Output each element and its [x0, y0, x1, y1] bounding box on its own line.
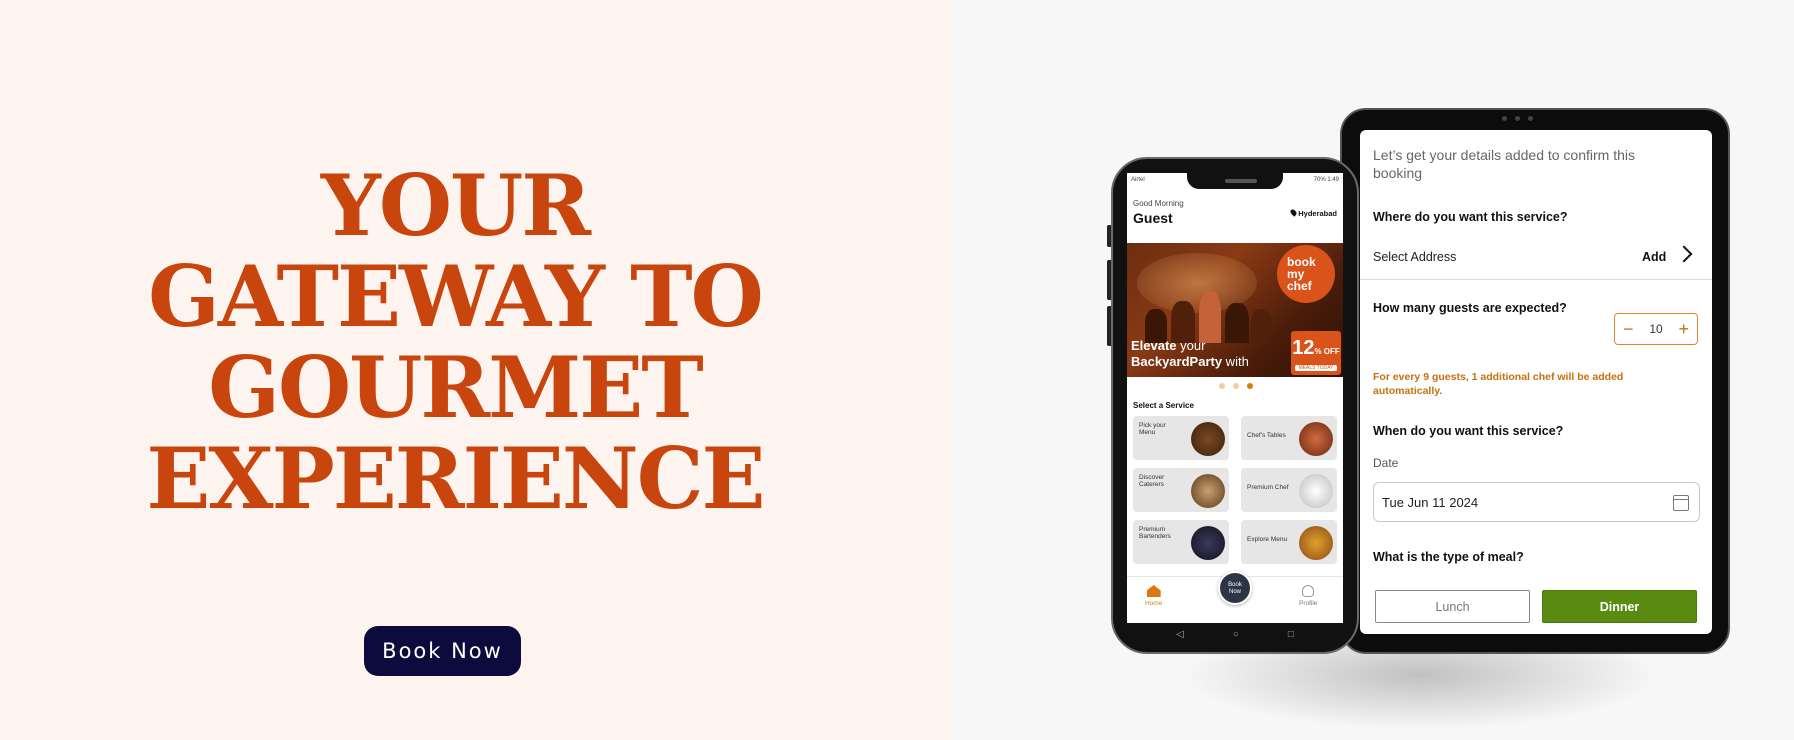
- home-circle-icon[interactable]: ○: [1233, 629, 1239, 640]
- chevron-right-icon[interactable]: [1675, 245, 1693, 263]
- location-label: Hyderabad: [1298, 209, 1337, 218]
- app-home-screen: Airtel 70% 1:49 Good Morning Guest Hyder…: [1127, 173, 1343, 623]
- lunch-option-button[interactable]: Lunch: [1375, 590, 1530, 623]
- hero-title-line: GOURMET: [208, 338, 704, 437]
- date-field[interactable]: Tue Jun 11 2024: [1373, 482, 1700, 522]
- nav-profile[interactable]: Profile: [1299, 585, 1317, 607]
- hero-title-line: EXPERIENCE: [146, 429, 765, 528]
- banner-people-image: [1145, 283, 1271, 343]
- camera-icon: [1515, 116, 1520, 121]
- service-tile-premium-chef[interactable]: Premium Chef: [1241, 468, 1337, 512]
- caterers-icon: [1191, 474, 1225, 508]
- phone-device: Airtel 70% 1:49 Good Morning Guest Hyder…: [1111, 157, 1359, 654]
- chefs-table-icon: [1299, 422, 1333, 456]
- hero-title-line: GATEWAY TO: [148, 247, 764, 346]
- service-tile-explore-menu[interactable]: Explore Menu: [1241, 520, 1337, 564]
- banner-headline: Elevate your BackyardParty with: [1131, 338, 1249, 369]
- carousel-dot-active[interactable]: [1247, 383, 1253, 389]
- book-now-button[interactable]: Book Now: [364, 626, 521, 676]
- camera-icon: [1528, 116, 1533, 121]
- user-name: Guest: [1133, 210, 1173, 226]
- section-title: Select a Service: [1133, 401, 1194, 410]
- form-intro: Let’s get your details added to confirm …: [1373, 147, 1636, 181]
- bottom-nav: Home Book Now Profile: [1127, 571, 1343, 623]
- carousel-dots: [1219, 383, 1253, 389]
- android-nav-bar: ◁ ○ □: [1127, 623, 1343, 645]
- hero-title-line: YOUR: [320, 156, 591, 255]
- meal-type-question: What is the type of meal?: [1373, 550, 1524, 564]
- dinner-option-button[interactable]: Dinner: [1542, 590, 1697, 623]
- service-tile-chefs-tables[interactable]: Chef's Tables: [1241, 416, 1337, 460]
- guest-chef-note: For every 9 guests, 1 additional chef wi…: [1373, 371, 1624, 397]
- add-address-button[interactable]: Add: [1642, 250, 1666, 264]
- tablet-device: Let’s get your details added to confirm …: [1340, 108, 1730, 654]
- promo-banner[interactable]: book my chef Elevate your BackyardParty …: [1127, 243, 1343, 377]
- tablet-camera: [1502, 116, 1533, 121]
- calendar-icon[interactable]: [1673, 495, 1689, 511]
- select-address-row[interactable]: Select Address Add: [1360, 240, 1712, 280]
- nav-book-now-button[interactable]: Book Now: [1218, 571, 1252, 605]
- status-carrier: Airtel: [1131, 177, 1145, 183]
- increment-button[interactable]: +: [1678, 320, 1689, 338]
- camera-icon: [1502, 116, 1507, 121]
- select-address-label: Select Address: [1373, 250, 1457, 264]
- home-icon: [1146, 585, 1161, 597]
- decrement-button[interactable]: −: [1623, 320, 1634, 338]
- guests-value: 10: [1649, 322, 1663, 336]
- guests-question: How many guests are expected?: [1373, 301, 1567, 315]
- date-value: Tue Jun 11 2024: [1382, 495, 1479, 510]
- greeting: Good Morning: [1133, 199, 1184, 208]
- profile-icon: [1302, 585, 1315, 597]
- service-tile-premium-bartenders[interactable]: Premium Bartenders: [1133, 520, 1229, 564]
- service-location-question: Where do you want this service?: [1373, 210, 1568, 224]
- status-battery-time: 70% 1:49: [1313, 177, 1339, 183]
- date-label: Date: [1373, 456, 1399, 470]
- service-tile-pick-menu[interactable]: Pick your Menu: [1133, 416, 1229, 460]
- location-selector[interactable]: Hyderabad: [1289, 208, 1337, 218]
- hero-panel: YOUR GATEWAY TO GOURMET EXPERIENCE Book …: [0, 0, 950, 740]
- hero-title: YOUR GATEWAY TO GOURMET EXPERIENCE: [100, 160, 810, 524]
- chef-icon: [1299, 474, 1333, 508]
- booking-form: Let’s get your details added to confirm …: [1360, 130, 1712, 634]
- offer-badge: 12% OFF MEALS TODAY: [1291, 331, 1341, 375]
- menu-dish-icon: [1191, 422, 1225, 456]
- food-platter-icon: [1299, 526, 1333, 560]
- recents-icon[interactable]: □: [1288, 629, 1294, 640]
- book-my-chef-logo: book my chef: [1277, 245, 1335, 303]
- guests-stepper[interactable]: − 10 +: [1614, 313, 1698, 345]
- phone-notch: [1187, 173, 1283, 189]
- bartender-icon: [1191, 526, 1225, 560]
- service-tile-discover-caterers[interactable]: Discover Caterers: [1133, 468, 1229, 512]
- service-time-question: When do you want this service?: [1373, 424, 1564, 438]
- back-icon[interactable]: ◁: [1176, 629, 1184, 640]
- nav-home[interactable]: Home: [1145, 585, 1162, 607]
- carousel-dot[interactable]: [1233, 383, 1239, 389]
- carousel-dot[interactable]: [1219, 383, 1225, 389]
- location-pin-icon: [1289, 208, 1298, 217]
